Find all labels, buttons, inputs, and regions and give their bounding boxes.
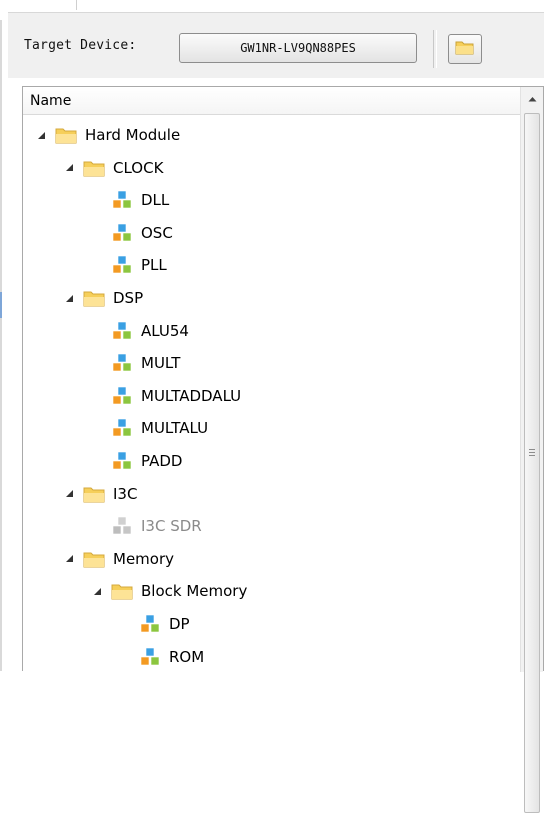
tree-item[interactable]: MULTADDALU: [111, 380, 241, 412]
tree-item[interactable]: MULT: [111, 347, 180, 379]
name-column-label: Name: [30, 93, 72, 109]
tree-item-label: MULT: [141, 354, 181, 373]
tree-item[interactable]: MULTALU: [111, 412, 208, 444]
target-device-label: Target Device:: [24, 38, 137, 53]
folder-icon: [83, 287, 105, 309]
vertical-scrollbar[interactable]: [520, 87, 543, 813]
module-cubes-icon: [111, 450, 133, 472]
expand-arrow-icon[interactable]: [61, 160, 77, 176]
tree-item[interactable]: ROM: [139, 641, 204, 673]
folder-icon: [55, 124, 77, 146]
expand-arrow-icon[interactable]: [61, 551, 77, 567]
module-cubes-icon: [111, 222, 133, 244]
tree-item-label: MULTADDALU: [141, 386, 242, 405]
target-device-value: GW1NR-LV9QN88PES: [240, 41, 356, 55]
tree-item[interactable]: Block Memory: [89, 575, 247, 607]
tree-item-label: ALU54: [141, 321, 189, 340]
expand-arrow-icon[interactable]: [61, 486, 77, 502]
toolbar-separator-highlight: [436, 30, 437, 68]
tree-item[interactable]: DSP: [61, 282, 143, 314]
folder-icon: [83, 157, 105, 179]
tree-item-label: Hard Module: [85, 126, 181, 144]
tree-item-label: ROM: [169, 647, 205, 666]
module-cubes-icon: [111, 385, 133, 407]
tree-item-label: DLL: [141, 191, 170, 210]
left-splitter[interactable]: [0, 20, 2, 671]
tree-item[interactable]: PADD: [111, 445, 182, 477]
expand-arrow-icon[interactable]: [61, 290, 77, 306]
tree-item[interactable]: I3C SDR: [111, 510, 202, 542]
tree-item-label: I3C: [113, 484, 138, 503]
browse-folder-button[interactable]: [448, 34, 482, 64]
tree-item[interactable]: Memory: [61, 543, 174, 575]
module-cubes-icon: [111, 320, 133, 342]
tree-item[interactable]: OSC: [111, 217, 173, 249]
module-cubes-icon: [111, 352, 133, 374]
module-cubes-icon: [111, 189, 133, 211]
module-tree-panel: Name Hard Module CLOCK DLL OSC PLL DSP ALU54 MU…: [22, 86, 544, 813]
target-device-button[interactable]: GW1NR-LV9QN88PES: [179, 33, 417, 63]
tree-item-label: MULTALU: [141, 419, 209, 438]
module-cubes-icon: [139, 646, 161, 668]
expand-arrow-icon[interactable]: [33, 127, 49, 143]
tree-item-label: PADD: [141, 452, 183, 470]
tree-item-label: DSP: [113, 289, 144, 307]
expand-arrow-icon[interactable]: [89, 583, 105, 599]
module-tree: Hard Module CLOCK DLL OSC PLL DSP ALU54 MULT MUL…: [23, 115, 520, 672]
tree-item[interactable]: DLL: [111, 184, 169, 216]
tree-column-header[interactable]: Name: [23, 87, 520, 115]
tree-item[interactable]: CLOCK: [61, 152, 163, 184]
tree-item[interactable]: DP: [139, 608, 190, 640]
scroll-thumb[interactable]: [524, 113, 540, 813]
folder-icon: [111, 580, 133, 602]
tree-item[interactable]: ALU54: [111, 315, 189, 347]
tree-item-label: DP: [169, 615, 190, 633]
folder-icon: [83, 483, 105, 505]
module-cubes-icon: [139, 613, 161, 635]
window-top-strip: [0, 0, 544, 10]
module-cubes-icon: [111, 254, 133, 276]
scroll-up-arrow-icon[interactable]: [521, 87, 543, 111]
folder-icon: [455, 39, 475, 59]
tree-item-label: Block Memory: [141, 582, 248, 601]
module-cubes-disabled-icon: [111, 515, 133, 537]
tree-item[interactable]: Hard Module: [33, 119, 180, 151]
tree-item[interactable]: I3C: [61, 478, 137, 510]
tree-item-label: OSC: [141, 223, 173, 242]
tree-item-label: Memory: [113, 549, 175, 568]
tree-item-label: I3C SDR: [141, 517, 202, 536]
folder-icon: [83, 548, 105, 570]
module-cubes-icon: [111, 417, 133, 439]
tree-item-label: CLOCK: [113, 158, 164, 177]
tree-item-label: PLL: [141, 256, 167, 275]
toolbar-separator: [433, 30, 434, 68]
tree-item[interactable]: PLL: [111, 249, 167, 281]
